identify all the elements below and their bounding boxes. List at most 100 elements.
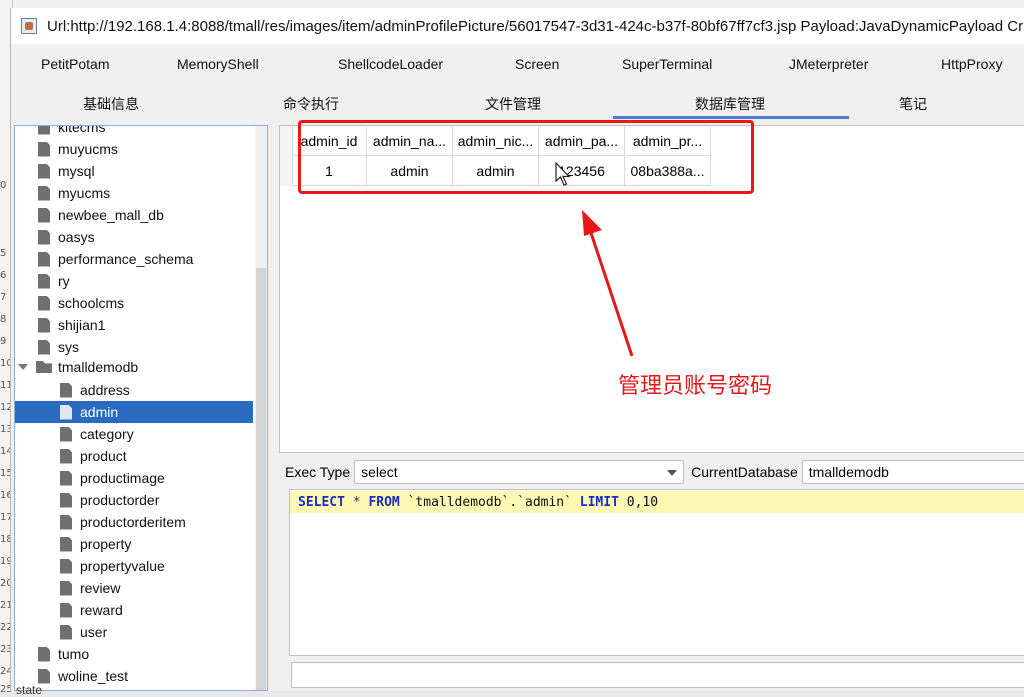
- tree-item-label: newbee_mall_db: [58, 207, 164, 223]
- tree-item-kitecms[interactable]: kitecms: [38, 126, 105, 138]
- tree-item-label: tmalldemodb: [58, 359, 139, 375]
- tree-item-label: sys: [58, 339, 79, 355]
- tree-item-oasys[interactable]: oasys: [38, 226, 95, 248]
- tree-item-label: tumo: [58, 646, 90, 662]
- title-bar: Url:http://192.168.1.4:8088/tmall/res/im…: [11, 8, 1024, 44]
- tree-item-performance-schema[interactable]: performance_schema: [38, 248, 193, 270]
- tree-item-label: productimage: [80, 470, 165, 486]
- tree-scrollbar-thumb[interactable]: [256, 268, 266, 690]
- tree-item-label: productorderitem: [80, 514, 186, 530]
- database-icon: [38, 163, 50, 179]
- background-top: [0, 0, 1024, 8]
- webshell-window: Url:http://192.168.1.4:8088/tmall/res/im…: [10, 8, 1024, 691]
- tree-item-property[interactable]: property: [60, 533, 131, 555]
- tree-item-user[interactable]: user: [60, 621, 107, 643]
- bottom-input[interactable]: [291, 662, 1024, 688]
- sql-keyword: LIMIT: [579, 494, 619, 510]
- chevron-down-icon[interactable]: [18, 364, 28, 370]
- sql-keyword: FROM: [368, 494, 400, 510]
- exec-type-select[interactable]: select: [354, 460, 685, 484]
- database-icon: [38, 207, 50, 223]
- tree-item-label: myucms: [58, 185, 111, 201]
- app-icon: [21, 18, 37, 34]
- tree-item-shijian1[interactable]: shijian1: [38, 314, 105, 336]
- sql-editor[interactable]: SELECT * FROM `tmalldemodb`.`admin` LIMI…: [289, 489, 1024, 656]
- database-icon: [38, 141, 50, 157]
- tree-item-propertyvalue[interactable]: propertyvalue: [60, 555, 165, 577]
- tree-item-label: propertyvalue: [80, 558, 165, 574]
- background-line-number: 5: [0, 248, 7, 259]
- tree-scrollbar[interactable]: [255, 126, 267, 690]
- tree-item-myucms[interactable]: myucms: [38, 182, 110, 204]
- sql-target: `tmalldemodb`.`admin`: [399, 494, 580, 510]
- chevron-down-icon[interactable]: [667, 470, 678, 476]
- background-line-number: 7: [0, 292, 7, 303]
- tree-item-mysql[interactable]: mysql: [38, 160, 95, 182]
- table-icon: [60, 624, 72, 640]
- exec-type-value: select: [361, 464, 398, 480]
- exec-bar: Exec Type select CurrentDatabase tmallde…: [279, 458, 1024, 486]
- tree-item-newbee-mall-db[interactable]: newbee_mall_db: [38, 204, 164, 226]
- sql-limit-value: 0,10: [618, 494, 659, 510]
- tab-notes[interactable]: 笔记: [899, 94, 927, 114]
- tree-item-label: admin: [80, 404, 119, 420]
- tree-item-label: review: [80, 580, 121, 596]
- tree-item-ry[interactable]: ry: [38, 270, 70, 292]
- plugin-shellcodeloader[interactable]: ShellcodeLoader: [338, 56, 443, 72]
- background-line-number: 9: [0, 336, 7, 347]
- plugin-petitpotam[interactable]: PetitPotam: [41, 56, 109, 72]
- database-icon: [38, 229, 50, 245]
- table-icon: [60, 426, 72, 442]
- tree-item-tmalldemodb[interactable]: tmalldemodb: [18, 356, 138, 378]
- database-icon: [38, 126, 50, 135]
- plugin-bar: PetitPotam MemoryShell ShellcodeLoader S…: [11, 44, 1024, 84]
- tree-item-label: schoolcms: [58, 295, 125, 311]
- exec-type-label: Exec Type: [285, 464, 351, 480]
- plugin-superterminal[interactable]: SuperTerminal: [622, 56, 712, 72]
- table-icon: [60, 602, 72, 618]
- tree-item-productorderitem[interactable]: productorderitem: [60, 511, 186, 533]
- plugin-screen[interactable]: Screen: [515, 56, 559, 72]
- tree-item-label: address: [80, 382, 130, 398]
- database-icon: [38, 273, 50, 289]
- database-icon: [38, 251, 50, 267]
- tree-item-label: productorder: [80, 492, 160, 508]
- background-line-number: 6: [0, 270, 7, 281]
- table-icon: [60, 558, 72, 574]
- sql-line[interactable]: SELECT * FROM `tmalldemodb`.`admin` LIMI…: [290, 491, 1024, 513]
- tree-item-label: shijian1: [58, 317, 106, 333]
- annotation-arrow-icon: [582, 210, 634, 357]
- tree-item-label: oasys: [58, 229, 95, 245]
- tab-command-exec[interactable]: 命令执行: [283, 94, 339, 114]
- database-icon: [38, 185, 50, 201]
- plugin-httpproxy[interactable]: HttpProxy: [941, 56, 1002, 72]
- table-icon: [60, 404, 72, 420]
- tree-item-address[interactable]: address: [60, 379, 130, 401]
- tree-item-productimage[interactable]: productimage: [60, 467, 165, 489]
- database-icon: [38, 668, 50, 684]
- tree-item-label: reward: [80, 602, 123, 618]
- tree-item-label: product: [80, 448, 127, 464]
- tree-item-product[interactable]: product: [60, 445, 127, 467]
- tree-item-tumo[interactable]: tumo: [38, 643, 89, 665]
- tab-basic-info[interactable]: 基础信息: [83, 94, 139, 114]
- tree-item-review[interactable]: review: [60, 577, 120, 599]
- tree-item-label: property: [80, 536, 132, 552]
- tree-item-label: performance_schema: [58, 251, 194, 267]
- tree-item-schoolcms[interactable]: schoolcms: [38, 292, 124, 314]
- tree-item-reward[interactable]: reward: [60, 599, 123, 621]
- tree-item-category[interactable]: category: [60, 423, 134, 445]
- table-icon: [60, 514, 72, 530]
- tree-item-admin[interactable]: admin: [15, 401, 253, 423]
- tree-item-woline-test[interactable]: woline_test: [38, 665, 128, 687]
- tree-item-muyucms[interactable]: muyucms: [38, 138, 118, 160]
- tree-item-productorder[interactable]: productorder: [60, 489, 159, 511]
- current-database-field[interactable]: tmalldemodb: [801, 460, 1024, 484]
- plugin-memoryshell[interactable]: MemoryShell: [177, 56, 259, 72]
- tree-item-sys[interactable]: sys: [38, 336, 79, 358]
- tab-database-manager[interactable]: 数据库管理: [695, 94, 765, 114]
- database-icon: [38, 646, 50, 662]
- table-icon: [60, 470, 72, 486]
- plugin-jmeterpreter[interactable]: JMeterpreter: [789, 56, 868, 72]
- tab-file-manager[interactable]: 文件管理: [485, 94, 541, 114]
